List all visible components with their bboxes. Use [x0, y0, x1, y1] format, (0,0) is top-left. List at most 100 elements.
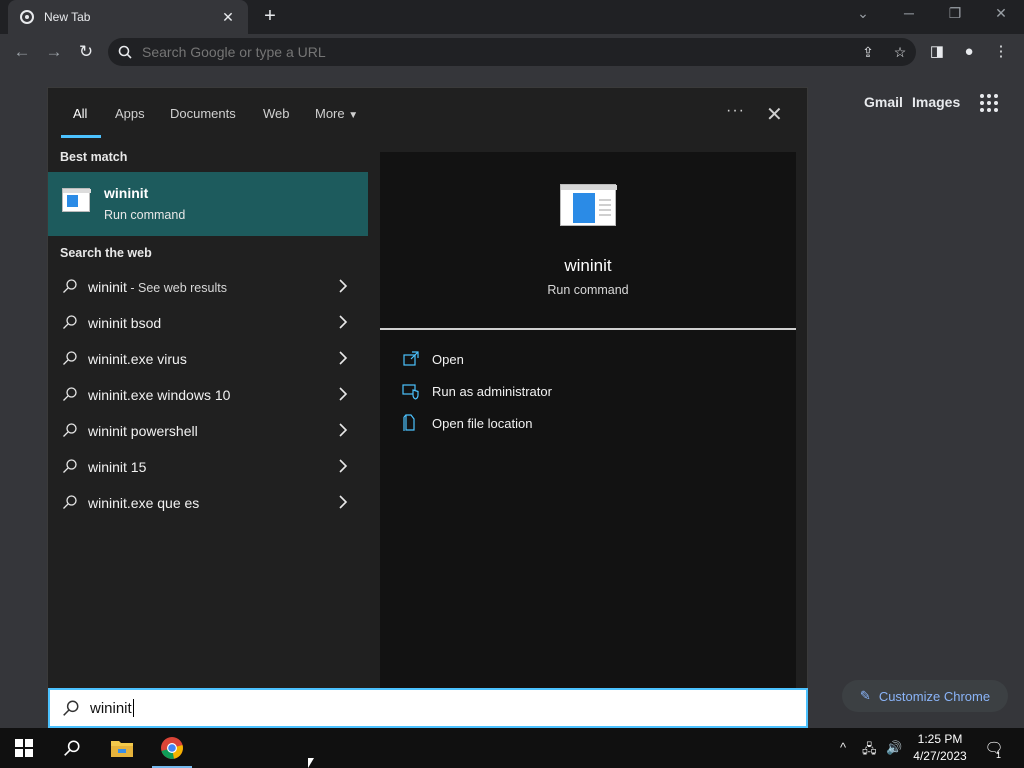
- chrome-icon: [161, 737, 183, 759]
- file-explorer-button[interactable]: [102, 728, 142, 768]
- clock-time: 1:25 PM: [917, 732, 963, 746]
- minimize-button[interactable]: ─: [897, 5, 921, 25]
- search-icon: [63, 423, 77, 437]
- chevron-right-icon: [339, 351, 348, 365]
- chevron-right-icon: [339, 315, 348, 329]
- tab-all[interactable]: All: [73, 106, 87, 121]
- active-tab-indicator: [61, 135, 101, 138]
- notification-center-button[interactable]: 🗨 1: [980, 728, 1008, 768]
- web-result-item[interactable]: wininit 15: [48, 450, 368, 484]
- customize-chrome-label: Customize Chrome: [878, 688, 991, 704]
- tab-close-icon[interactable]: ✕: [220, 9, 236, 26]
- shield-icon: [402, 384, 419, 400]
- side-panel-icon[interactable]: ◨: [927, 42, 947, 62]
- search-web-header: Search the web: [60, 246, 152, 260]
- tab-documents[interactable]: Documents: [170, 106, 236, 121]
- folder-icon: [403, 414, 415, 431]
- detail-subtitle: Run command: [547, 283, 629, 297]
- best-match-subtitle: Run command: [104, 208, 186, 222]
- web-result-label: wininit powershell: [88, 423, 198, 439]
- web-result-text: wininit bsod: [88, 315, 162, 331]
- search-icon: [63, 387, 77, 401]
- new-tab-button[interactable]: +: [260, 6, 280, 26]
- chevron-right-icon: [339, 423, 348, 437]
- bookmark-star-icon[interactable]: ☆: [884, 44, 916, 61]
- chrome-favicon-icon: [20, 10, 34, 24]
- tab-title: New Tab: [44, 10, 91, 24]
- start-button[interactable]: [4, 728, 44, 768]
- web-result-item[interactable]: wininit powershell: [48, 414, 368, 448]
- browser-tab[interactable]: New Tab ✕: [8, 0, 248, 34]
- tab-web[interactable]: Web: [263, 106, 290, 121]
- reload-button[interactable]: ↻: [75, 42, 97, 62]
- open-file-location-action[interactable]: Open file location: [402, 412, 532, 434]
- best-match-title: wininit: [104, 185, 149, 201]
- web-result-suffix: - See web results: [126, 281, 227, 295]
- tab-apps[interactable]: Apps: [115, 106, 145, 121]
- search-icon: [64, 740, 80, 756]
- window-close-button[interactable]: ✕: [989, 5, 1013, 25]
- search-query: wininit: [90, 699, 132, 717]
- best-match-header: Best match: [60, 150, 128, 164]
- web-result-text: wininit: [88, 279, 127, 295]
- clock-date: 4/27/2023: [913, 749, 967, 763]
- search-icon: [63, 700, 79, 716]
- web-result-item[interactable]: wininit.exe windows 10: [48, 378, 368, 412]
- forward-button[interactable]: →: [43, 42, 65, 62]
- clock[interactable]: 1:25 PM 4/27/2023: [906, 731, 974, 765]
- chevron-up-icon[interactable]: ^: [840, 740, 846, 755]
- web-result-label: wininit 15: [88, 459, 146, 475]
- share-icon[interactable]: ⇪: [852, 44, 884, 61]
- chevron-down-icon: ▼: [348, 110, 359, 121]
- web-result-text: wininit.exe virus: [88, 351, 187, 367]
- web-result-text: wininit 15: [88, 459, 147, 475]
- menu-icon[interactable]: ⋮: [991, 42, 1011, 62]
- pencil-icon: ✎: [859, 688, 871, 703]
- web-result-item[interactable]: wininit bsod: [48, 306, 368, 340]
- web-result-label: wininit.exe virus: [88, 351, 187, 367]
- web-result-label: wininit - See web results: [88, 279, 227, 295]
- folder-icon: [111, 741, 133, 757]
- taskbar: ^ 🖧 🔊 1:25 PM 4/27/2023 🗨 1: [0, 728, 1024, 768]
- gmail-link[interactable]: Gmail: [864, 94, 903, 110]
- result-detail-pane: wininit Run command Open Run as administ…: [380, 152, 796, 688]
- open-icon: [403, 351, 419, 366]
- run-as-admin-action[interactable]: Run as administrator: [402, 380, 552, 402]
- close-icon[interactable]: ✕: [766, 102, 783, 127]
- profile-icon[interactable]: ●: [959, 42, 979, 62]
- chevron-right-icon: [339, 459, 348, 473]
- ellipsis-icon[interactable]: ···: [726, 102, 745, 120]
- run-as-admin-label: Run as administrator: [432, 383, 552, 399]
- network-icon[interactable]: 🖧: [862, 740, 877, 762]
- taskbar-search-button[interactable]: [52, 728, 92, 768]
- best-match-item[interactable]: wininit Run command: [48, 172, 368, 236]
- windows-search-panel: All Apps Documents Web More ▼ ··· ✕ Best…: [47, 87, 808, 728]
- images-link[interactable]: Images: [912, 94, 960, 110]
- omnibox[interactable]: ⇪ ☆: [108, 38, 916, 66]
- chevron-right-icon: [339, 279, 348, 293]
- tab-search-icon[interactable]: ⌄: [851, 5, 875, 25]
- notification-count: 1: [996, 750, 1002, 760]
- windows-logo-icon: [15, 739, 33, 757]
- omnibox-input[interactable]: [142, 44, 852, 60]
- google-apps-icon[interactable]: [980, 94, 1000, 112]
- search-input[interactable]: wininit: [48, 688, 808, 728]
- mouse-cursor: [308, 758, 314, 768]
- run-command-app-icon: [560, 184, 617, 226]
- web-result-text: wininit.exe que es: [88, 495, 200, 511]
- web-result-item[interactable]: wininit.exe virus: [48, 342, 368, 376]
- restore-button[interactable]: ❐: [943, 5, 967, 25]
- chrome-taskbar-button[interactable]: [152, 728, 192, 768]
- volume-icon[interactable]: 🔊: [886, 740, 902, 756]
- open-action[interactable]: Open: [402, 348, 464, 370]
- customize-chrome-button[interactable]: ✎ Customize Chrome: [842, 680, 1008, 712]
- web-result-item[interactable]: wininit.exe que es: [48, 486, 368, 520]
- tab-more[interactable]: More ▼: [315, 106, 358, 121]
- back-button[interactable]: ←: [11, 42, 33, 62]
- web-result-label: wininit.exe que es: [88, 495, 199, 511]
- web-result-item[interactable]: wininit - See web results: [48, 270, 368, 304]
- results-list: Best match wininit Run command Search th…: [48, 140, 368, 688]
- text-caret: [132, 699, 134, 717]
- browser-toolbar: ← → ↻ ⇪ ☆ ◨ ● ⋮: [0, 34, 1024, 70]
- run-command-app-icon: [62, 188, 91, 212]
